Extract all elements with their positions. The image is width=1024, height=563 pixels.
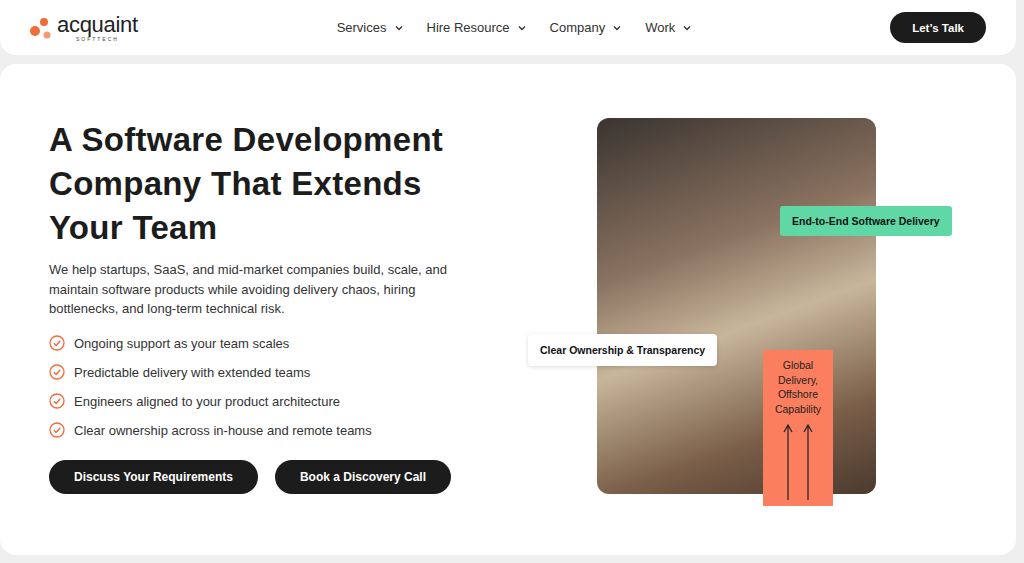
hero-button[interactable]: Book a Discovery Call [275,460,451,494]
hero-title: A Software DevelopmentCompany That Exten… [49,118,597,250]
nav-label: Work [645,20,675,35]
hero-card: A Software DevelopmentCompany That Exten… [0,64,1016,555]
up-arrows-icon [778,422,818,502]
logo-dots-icon [29,16,55,40]
nav-label: Hire Resource [427,20,510,35]
feature-badge: Global Delivery, Offshore Capability [763,350,833,506]
checklist: Ongoing support as your team scales Predi… [49,329,597,445]
check-circle-icon [49,335,65,351]
feature-badge: End-to-End Software Delivery [780,206,952,236]
logo-text: acquaintSOFTTECH [57,14,138,42]
feature-badge: Clear Ownership & Transparency [528,334,717,366]
hero-button[interactable]: Discuss Your Requirements [49,460,258,494]
nav-item[interactable]: Hire Resource [427,20,526,35]
hero-photo [597,118,876,494]
checklist-text: Engineers aligned to your product archit… [74,394,340,409]
checklist-item: Predictable delivery with extended teams [49,358,597,387]
checklist-text: Ongoing support as your team scales [74,336,289,351]
nav-label: Company [550,20,606,35]
hero-actions: Discuss Your Requirements Book a Discover… [49,460,597,494]
main-nav: Services Hire Resource Company Work [337,20,692,35]
logo-name: acquaint [57,14,138,36]
hero-description: We help startups, SaaS, and mid-market c… [49,260,474,319]
hero-title-line: Your Team [49,206,597,250]
chevron-down-icon [395,25,403,31]
top-bar: acquaintSOFTTECH Services Hire Resource Com… [0,0,1016,55]
badge-text: End-to-End Software Delivery [792,215,940,227]
checklist-item: Clear ownership across in-house and remo… [49,416,597,445]
page: acquaintSOFTTECH Services Hire Resource Com… [0,0,1024,563]
check-circle-icon [49,364,65,380]
nav-label: Services [337,20,387,35]
check-circle-icon [49,393,65,409]
checklist-text: Predictable delivery with extended teams [74,365,310,380]
checklist-text: Clear ownership across in-house and remo… [74,423,372,438]
hero-title-line: Company That Extends [49,162,597,206]
hero-visual: End-to-End Software DeliveryClear Owners… [597,118,876,494]
check-circle-icon [49,422,65,438]
checklist-item: Ongoing support as your team scales [49,329,597,358]
chevron-down-icon [518,25,526,31]
hero-title-line: A Software Development [49,118,597,162]
chevron-down-icon [683,25,691,31]
nav-item[interactable]: Company [550,20,622,35]
lets-talk-button[interactable]: Let’s Talk [890,12,986,43]
hero-content: A Software DevelopmentCompany That Exten… [49,118,597,555]
chevron-down-icon [613,25,621,31]
checklist-item: Engineers aligned to your product archit… [49,387,597,416]
badge-text: Clear Ownership & Transparency [540,344,705,356]
logo[interactable]: acquaintSOFTTECH [29,14,138,42]
nav-item[interactable]: Services [337,20,403,35]
nav-item[interactable]: Work [645,20,691,35]
logo-tagline: SOFTTECH [57,37,138,42]
badge-text: Global Delivery, Offshore Capability [767,358,829,416]
